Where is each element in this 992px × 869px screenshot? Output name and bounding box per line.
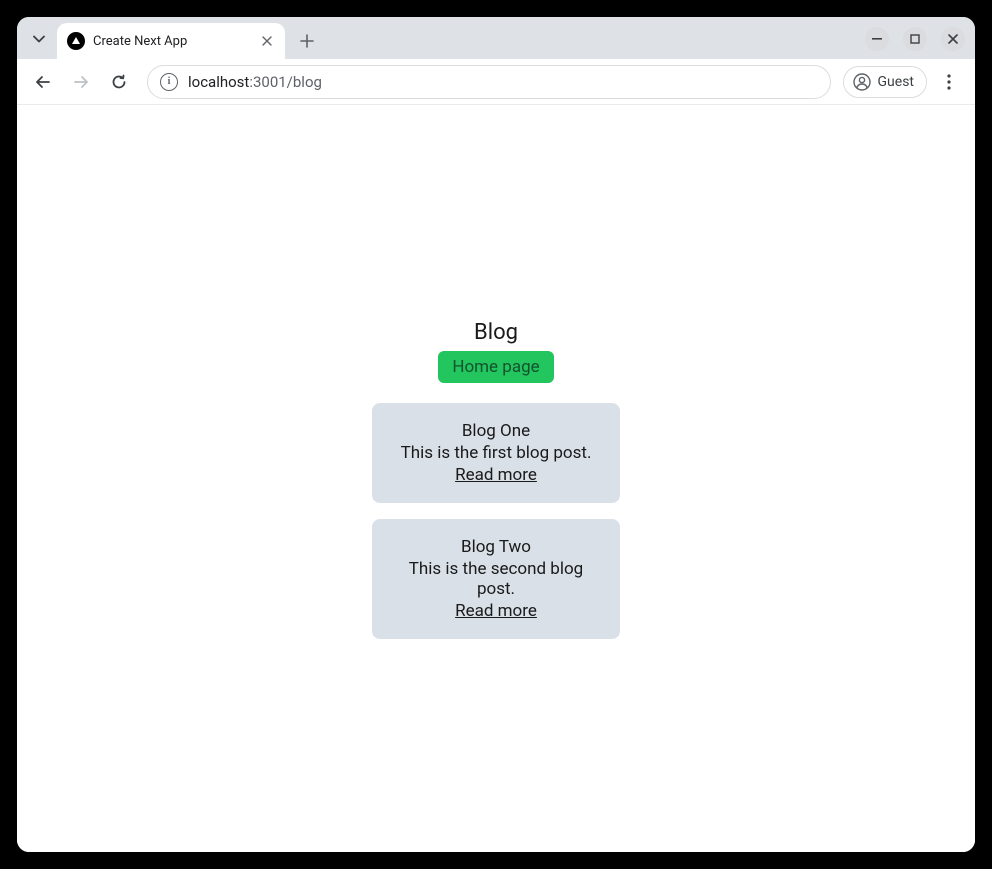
close-window-button[interactable] <box>941 27 965 51</box>
chevron-down-icon <box>33 35 45 43</box>
favicon-nextjs-icon <box>67 32 85 50</box>
forward-button[interactable] <box>65 66 97 98</box>
plus-icon <box>300 34 314 48</box>
site-info-icon[interactable]: i <box>160 73 178 91</box>
maximize-icon <box>910 34 920 44</box>
page-title: Blog <box>474 320 518 345</box>
kebab-menu-icon <box>947 74 951 90</box>
url-host: localhost <box>188 73 249 91</box>
blog-card-description: This is the second blog post. <box>388 559 604 599</box>
close-icon <box>262 36 272 46</box>
read-more-link[interactable]: Read more <box>455 465 537 485</box>
tab-title: Create Next App <box>93 34 251 49</box>
reload-icon <box>110 73 128 91</box>
window-controls <box>865 27 965 51</box>
tab-search-dropdown[interactable] <box>25 25 53 53</box>
guest-icon <box>852 72 872 92</box>
reload-button[interactable] <box>103 66 135 98</box>
minimize-icon <box>872 38 882 40</box>
browser-tab[interactable]: Create Next App <box>57 23 285 59</box>
url-path: :3001/blog <box>249 73 322 91</box>
profile-label: Guest <box>878 74 914 90</box>
minimize-button[interactable] <box>865 27 889 51</box>
new-tab-button[interactable] <box>293 27 321 55</box>
blog-card-description: This is the first blog post. <box>388 443 604 463</box>
maximize-button[interactable] <box>903 27 927 51</box>
back-button[interactable] <box>27 66 59 98</box>
blog-card-title: Blog Two <box>388 537 604 557</box>
arrow-left-icon <box>34 73 52 91</box>
toolbar: i localhost:3001/blog Guest <box>17 59 975 105</box>
arrow-right-icon <box>72 73 90 91</box>
url-text: localhost:3001/blog <box>188 73 322 91</box>
home-page-link[interactable]: Home page <box>438 351 553 383</box>
blog-card-title: Blog One <box>388 421 604 441</box>
read-more-link[interactable]: Read more <box>455 601 537 621</box>
page-content: Blog Home page Blog One This is the firs… <box>17 105 975 852</box>
blog-card: Blog One This is the first blog post. Re… <box>372 403 620 503</box>
tab-bar: Create Next App <box>17 17 975 59</box>
blog-card: Blog Two This is the second blog post. R… <box>372 519 620 639</box>
browser-window: Create Next App <box>17 17 975 852</box>
address-bar[interactable]: i localhost:3001/blog <box>147 65 831 99</box>
tab-close-button[interactable] <box>259 33 275 49</box>
profile-button[interactable]: Guest <box>843 66 927 98</box>
close-icon <box>948 34 958 44</box>
browser-menu-button[interactable] <box>933 66 965 98</box>
